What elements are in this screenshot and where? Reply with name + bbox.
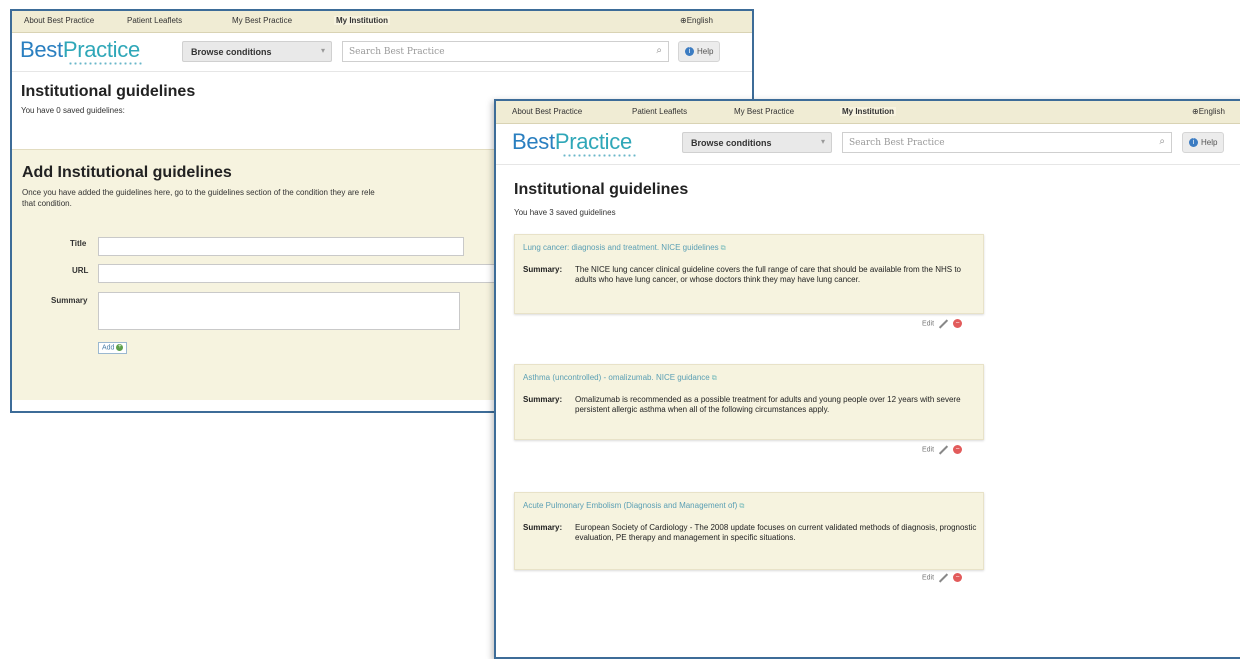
external-link-icon: ⧉ [720, 245, 726, 252]
add-button[interactable]: Add + [98, 342, 128, 354]
delete-icon[interactable]: − [953, 573, 963, 582]
saved-count: You have 3 saved guidelines [514, 208, 616, 217]
search-input[interactable]: Search Best Practice ⌕ [342, 41, 669, 62]
title-field[interactable] [98, 237, 464, 256]
add-title: Add Institutional guidelines [22, 164, 232, 181]
search-placeholder: Search Best Practice [349, 47, 445, 57]
page-title: Institutional guidelines [21, 83, 196, 100]
logo-dots [68, 62, 144, 65]
language-label: English [686, 16, 713, 25]
guideline-actions: Edit − [922, 572, 963, 583]
logo-dots [562, 154, 638, 157]
logo-text-best: Best [20, 37, 63, 62]
language-selector[interactable]: ⊕English [1192, 107, 1225, 116]
guideline-title: Lung cancer: diagnosis and treatment. NI… [523, 243, 719, 252]
search-input[interactable]: Search Best Practice ⌕ [842, 132, 1172, 153]
tab-about[interactable]: About Best Practice [24, 16, 94, 25]
summary-label: Summary: [523, 395, 563, 404]
chevron-down-icon: ▾ [320, 46, 325, 55]
edit-button[interactable]: Edit [922, 574, 934, 581]
edit-button[interactable]: Edit [922, 320, 934, 327]
summary-text: Omalizumab is recommended as a possible … [575, 395, 961, 414]
guideline-card: Lung cancer: diagnosis and treatment. NI… [514, 234, 984, 314]
guideline-actions: Edit − [922, 444, 963, 455]
guideline-title-link[interactable]: Acute Pulmonary Embolism (Diagnosis and … [523, 501, 744, 511]
add-description-line2: that condition. [22, 199, 72, 208]
help-button[interactable]: i Help [1182, 132, 1225, 153]
logo-text-practice: Practice [62, 37, 140, 62]
globe-icon: ⊕ [680, 16, 687, 25]
logo-text-best: Best [512, 129, 555, 154]
globe-icon: ⊕ [1192, 107, 1199, 116]
guideline-card: Asthma (uncontrolled) - omalizumab. NICE… [514, 364, 984, 440]
pencil-icon[interactable] [938, 318, 949, 329]
guideline-title-link[interactable]: Lung cancer: diagnosis and treatment. NI… [523, 243, 726, 253]
browse-conditions-button[interactable]: Browse conditions ▾ [182, 41, 332, 62]
guideline-title-link[interactable]: Asthma (uncontrolled) - omalizumab. NICE… [523, 373, 717, 383]
guideline-title: Acute Pulmonary Embolism (Diagnosis and … [523, 501, 738, 510]
summary-field[interactable] [98, 292, 460, 330]
add-description-line1: Once you have added the guidelines here,… [22, 188, 375, 197]
summary-text: The NICE lung cancer clinical guideline … [575, 265, 961, 284]
summary-text: European Society of Cardiology - The 200… [575, 523, 977, 542]
language-label: English [1198, 107, 1225, 116]
browse-label: Browse conditions [191, 47, 272, 57]
tab-patient-leaflets[interactable]: Patient Leaflets [127, 16, 182, 25]
top-nav: About Best Practice Patient Leaflets My … [12, 11, 752, 33]
search-icon[interactable]: ⌕ [1159, 136, 1165, 147]
tab-about[interactable]: About Best Practice [512, 107, 582, 116]
edit-button[interactable]: Edit [922, 446, 934, 453]
header: BestPractice Browse conditions ▾ Search … [12, 33, 752, 72]
pencil-icon[interactable] [938, 444, 949, 455]
logo[interactable]: BestPractice [512, 129, 632, 155]
tab-my-institution[interactable]: My Institution [334, 16, 390, 25]
external-link-icon: ⧉ [739, 503, 745, 510]
browse-conditions-button[interactable]: Browse conditions ▾ [682, 132, 832, 153]
guideline-actions: Edit − [922, 318, 963, 329]
saved-count: You have 0 saved guidelines: [21, 106, 125, 115]
logo-text-practice: Practice [554, 129, 632, 154]
chevron-down-icon: ▾ [820, 137, 825, 146]
external-link-icon: ⧉ [711, 375, 717, 382]
summary-label: Summary: [523, 265, 563, 274]
search-icon[interactable]: ⌕ [656, 45, 662, 56]
language-selector[interactable]: ⊕English [680, 16, 713, 25]
logo[interactable]: BestPractice [20, 37, 140, 63]
help-label: Help [697, 47, 714, 56]
title-label: Title [70, 239, 87, 248]
header: BestPractice Browse conditions ▾ Search … [496, 124, 1240, 165]
summary-label: Summary [51, 296, 88, 305]
help-label: Help [1201, 138, 1218, 147]
browse-label: Browse conditions [691, 138, 772, 148]
tab-patient-leaflets[interactable]: Patient Leaflets [632, 107, 687, 116]
saved-guidelines-window: About Best Practice Patient Leaflets My … [494, 99, 1240, 659]
info-icon: i [685, 47, 694, 57]
search-placeholder: Search Best Practice [849, 138, 945, 148]
tab-my-best-practice[interactable]: My Best Practice [734, 107, 794, 116]
tab-my-best-practice[interactable]: My Best Practice [232, 16, 292, 25]
info-icon: i [1189, 138, 1198, 148]
plus-icon: + [116, 344, 124, 351]
summary-label: Summary: [523, 523, 563, 532]
help-button[interactable]: i Help [678, 41, 721, 62]
tab-my-institution[interactable]: My Institution [840, 107, 896, 116]
add-button-label: Add [102, 344, 115, 352]
url-label: URL [72, 266, 89, 275]
guideline-title: Asthma (uncontrolled) - omalizumab. NICE… [523, 373, 710, 382]
guideline-card: Acute Pulmonary Embolism (Diagnosis and … [514, 492, 984, 570]
page-title: Institutional guidelines [514, 181, 689, 198]
top-nav: About Best Practice Patient Leaflets My … [496, 101, 1240, 124]
delete-icon[interactable]: − [953, 445, 963, 454]
delete-icon[interactable]: − [953, 319, 963, 328]
pencil-icon[interactable] [938, 572, 949, 583]
